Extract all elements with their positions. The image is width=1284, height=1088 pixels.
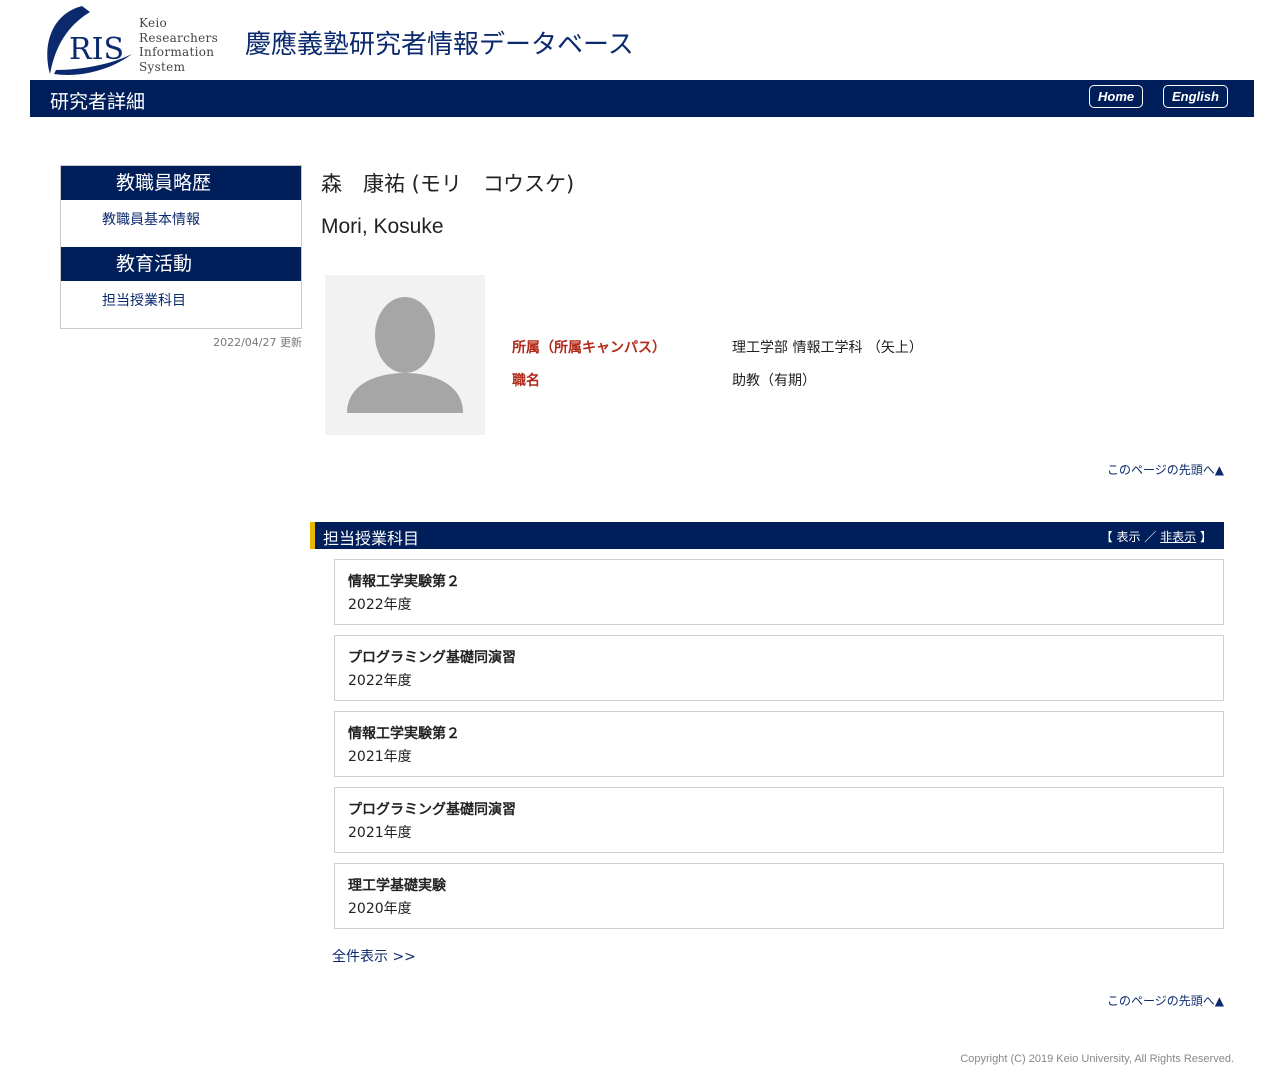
course-year: 2022年度 bbox=[348, 597, 412, 613]
course-item: プログラミング基礎同演習 2021年度 bbox=[334, 787, 1224, 853]
copyright: Copyright (C) 2019 Keio University, All … bbox=[960, 1053, 1234, 1065]
course-year: 2022年度 bbox=[348, 673, 412, 689]
position-value: 助教（有期） bbox=[732, 373, 816, 389]
site-header: RIS Keio Researchers Information System … bbox=[30, 0, 1254, 80]
logo-word: Keio bbox=[139, 16, 168, 30]
affiliation-label: 所属（所属キャンパス） bbox=[512, 340, 666, 356]
nav-bar: 研究者詳細 Home English bbox=[30, 80, 1254, 117]
course-item: プログラミング基礎同演習 2022年度 bbox=[334, 635, 1224, 701]
logo-word: System bbox=[139, 59, 186, 74]
course-year: 2021年度 bbox=[348, 825, 412, 841]
courses-section-title: 担当授業科目 bbox=[323, 529, 420, 548]
affiliation-value: 理工学部 情報工学科 （矢上） bbox=[732, 340, 923, 356]
toggle-bracket-open: 【 bbox=[1100, 530, 1113, 544]
sidebar-heading-career: 教職員略歴 bbox=[61, 166, 301, 200]
person-silhouette-icon bbox=[347, 297, 463, 413]
home-button[interactable]: Home bbox=[1089, 85, 1144, 108]
hide-link[interactable]: 非表示 bbox=[1160, 530, 1196, 544]
profile-photo-placeholder bbox=[325, 275, 485, 435]
course-year: 2020年度 bbox=[348, 901, 412, 917]
researcher-name-ja: 森 康祐 (モリ コウスケ) bbox=[321, 172, 575, 196]
toggle-separator: ／ bbox=[1144, 530, 1157, 544]
position-label: 職名 bbox=[512, 373, 540, 389]
page-title: 研究者詳細 bbox=[50, 91, 146, 113]
researcher-name-en: Mori, Kosuke bbox=[321, 215, 444, 238]
course-title: 情報工学実験第２ bbox=[348, 574, 460, 590]
course-item: 情報工学実験第２ 2021年度 bbox=[334, 711, 1224, 777]
course-title: 情報工学実験第２ bbox=[348, 726, 460, 742]
courses-section-header: 担当授業科目 【 表示 ／ 非表示 】 bbox=[310, 522, 1224, 549]
logo-wordmark: Keio Researchers Information System bbox=[139, 16, 218, 74]
toggle-bracket-close: 】 bbox=[1199, 530, 1212, 544]
course-title: プログラミング基礎同演習 bbox=[348, 802, 516, 818]
show-all-link[interactable]: 全件表示 >> bbox=[332, 946, 416, 966]
course-title: プログラミング基礎同演習 bbox=[348, 650, 516, 666]
back-to-top-link[interactable]: このページの先頭へ▲ bbox=[1060, 461, 1224, 478]
course-title: 理工学基礎実験 bbox=[348, 878, 446, 894]
section-toggle: 【 表示 ／ 非表示 】 bbox=[1101, 528, 1212, 545]
course-item: 情報工学実験第２ 2022年度 bbox=[334, 559, 1224, 625]
course-item: 理工学基礎実験 2020年度 bbox=[334, 863, 1224, 929]
back-to-top-link[interactable]: このページの先頭へ▲ bbox=[1060, 992, 1224, 1009]
logo-word: Researchers bbox=[139, 30, 219, 45]
english-button[interactable]: English bbox=[1163, 85, 1228, 108]
logo-word: Information bbox=[139, 45, 215, 59]
site-title: 慶應義塾研究者情報データベース bbox=[245, 30, 634, 60]
sidebar-heading-education: 教育活動 bbox=[61, 247, 301, 281]
show-link[interactable]: 表示 bbox=[1116, 530, 1140, 544]
sidebar-item-courses[interactable]: 担当授業科目 bbox=[61, 281, 301, 328]
logo-r-letter: RIS bbox=[69, 32, 124, 67]
sidebar: 教職員略歴 教職員基本情報 教育活動 担当授業科目 bbox=[60, 165, 302, 329]
updated-date: 2022/04/27 更新 bbox=[213, 336, 302, 349]
course-year: 2021年度 bbox=[348, 749, 412, 765]
sidebar-item-basic-info[interactable]: 教職員基本情報 bbox=[61, 200, 301, 247]
kris-logo-mark: RIS bbox=[47, 6, 132, 75]
kris-logo[interactable]: RIS Keio Researchers Information System bbox=[42, 4, 232, 78]
